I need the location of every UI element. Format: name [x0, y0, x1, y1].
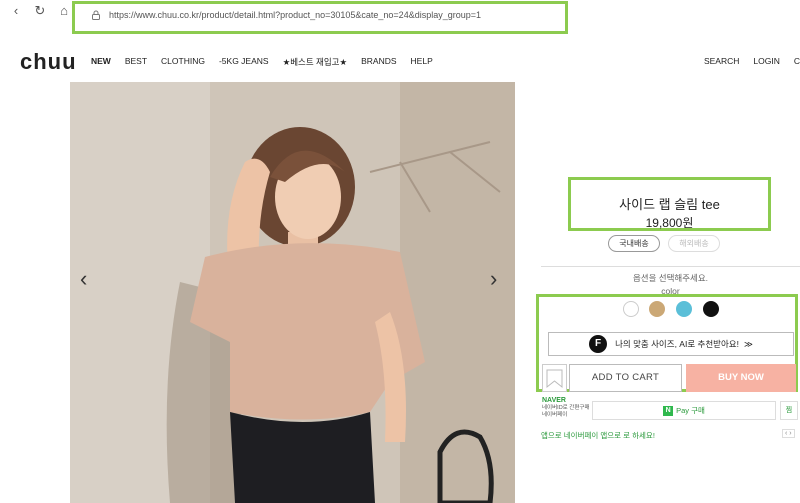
search-link[interactable]: SEARCH [704, 56, 739, 66]
wishlist-button[interactable] [542, 364, 567, 392]
main-nav: NEW BEST CLOTHING -5KG JEANS ★베스트 재입고★ B… [91, 56, 447, 68]
home-icon[interactable]: ⌂ [56, 3, 72, 19]
nav-new[interactable]: NEW [91, 56, 111, 68]
nav-brands[interactable]: BRANDS [361, 56, 396, 68]
next-image-arrow[interactable]: › [490, 266, 497, 292]
color-swatch-black[interactable] [703, 301, 719, 317]
product-name: 사이드 랩 슬림 tee [619, 197, 720, 212]
add-to-cart-button[interactable]: ADD TO CART [569, 364, 682, 392]
fitting-logo-icon: F [589, 335, 608, 353]
tab-domestic-shipping[interactable]: 국내배송 [608, 235, 660, 252]
ai-size-recommend-button[interactable]: F 나의 맞춤 사이즈, AI로 추천받아요! ≫ [548, 332, 794, 356]
product-title-box: 사이드 랩 슬림 tee 19,800원 [568, 177, 771, 231]
product-image [70, 82, 515, 503]
cart-link[interactable]: C [794, 56, 800, 66]
npay-icon: N [663, 405, 674, 416]
utility-nav: SEARCH LOGIN C [690, 56, 800, 66]
note-pager-arrows[interactable]: ‹ › [782, 429, 795, 438]
bookmark-icon [546, 369, 563, 389]
model-photo [70, 82, 515, 503]
naver-pay-button[interactable]: N Pay 구매 [592, 401, 776, 420]
naver-pay-note: 앱으로 네이버페이 앱으로 로 하세요! [541, 431, 655, 440]
site-logo[interactable]: chuu [20, 49, 77, 75]
reload-icon[interactable]: ↻ [32, 3, 48, 19]
naver-logo: NAVER [542, 397, 566, 404]
url-text: https://www.chuu.co.kr/product/detail.ht… [109, 10, 481, 20]
nav-5kg-jeans[interactable]: -5KG JEANS [219, 56, 269, 68]
option-hint: 옵션을 선택해주세요. [632, 273, 709, 283]
prev-image-arrow[interactable]: ‹ [80, 266, 87, 292]
nav-clothing[interactable]: CLOTHING [161, 56, 205, 68]
color-swatch-white[interactable] [623, 301, 639, 317]
divider [541, 266, 800, 267]
address-bar[interactable]: https://www.chuu.co.kr/product/detail.ht… [72, 1, 568, 34]
login-link[interactable]: LOGIN [753, 56, 779, 66]
product-price: 19,800원 [645, 216, 694, 230]
back-icon[interactable]: ‹ [8, 3, 24, 19]
buy-now-button[interactable]: BUY NOW [686, 364, 796, 392]
nav-best-restock[interactable]: ★베스트 재입고★ [283, 56, 348, 68]
naver-pay-label: Pay 구매 [676, 406, 705, 415]
lock-icon [92, 10, 100, 20]
nav-best[interactable]: BEST [125, 56, 147, 68]
naver-wish-button[interactable]: 찜 [780, 401, 798, 420]
nav-help[interactable]: HELP [411, 56, 433, 68]
color-swatch-skyblue[interactable] [676, 301, 692, 317]
tab-overseas-shipping[interactable]: 해외배송 [668, 235, 720, 252]
naver-description: 네이버ID로 간편구매 네이버페이 [542, 405, 590, 418]
double-chevron-icon: ≫ [743, 338, 753, 349]
ai-size-label: 나의 맞춤 사이즈, AI로 추천받아요! [615, 339, 739, 349]
color-swatch-beige[interactable] [649, 301, 665, 317]
